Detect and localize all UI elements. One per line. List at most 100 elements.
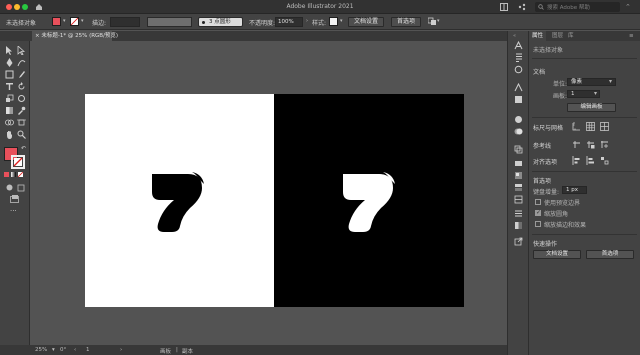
grid-icon[interactable] (586, 122, 595, 131)
fill-dropdown-icon[interactable]: ▾ (63, 18, 66, 24)
status-tool-name[interactable]: 画板 (160, 347, 171, 355)
stroke-dropdown-icon[interactable]: ▾ (81, 18, 84, 24)
scale-corners-checkbox[interactable] (535, 209, 541, 216)
change-screen-mode-icon[interactable] (10, 195, 19, 204)
stroke-color-box[interactable] (11, 155, 25, 169)
glyphs-panel-icon[interactable] (514, 83, 523, 92)
stroke-label: 描边: (92, 20, 107, 27)
opacity-arrow-icon[interactable]: › (306, 18, 308, 24)
draw-behind-icon[interactable] (17, 183, 26, 192)
graphic-style-swatch[interactable] (329, 17, 338, 26)
prev-artboard-icon[interactable]: ‹ (74, 347, 76, 353)
rectangle-tool-icon[interactable] (5, 70, 14, 79)
appearance-panel-icon[interactable] (514, 183, 523, 192)
color-guide-icon[interactable] (514, 95, 523, 104)
document-tab[interactable]: × 未标题-1* @ 25% (RGB/预览) (32, 31, 118, 41)
zoom-dropdown-icon[interactable]: ▾ (52, 347, 55, 353)
align-to-artboard-icon[interactable] (572, 156, 581, 165)
paragraph-panel-icon[interactable] (514, 53, 523, 62)
zoom-tool-icon[interactable] (17, 130, 26, 139)
gradient-mode-icon[interactable] (11, 172, 16, 177)
warp-tool-icon[interactable] (17, 94, 26, 103)
direct-selection-tool-icon[interactable] (17, 46, 26, 55)
eyedropper-tool-icon[interactable] (17, 106, 26, 115)
align-to-selection-icon[interactable] (586, 156, 595, 165)
artboard-tool-icon[interactable] (17, 118, 26, 127)
zoom-level[interactable]: 25% (35, 347, 47, 353)
tab-layers[interactable]: 图层 (549, 31, 566, 41)
stroke-profile-preview[interactable] (147, 17, 192, 27)
stroke-panel-icon[interactable] (514, 209, 523, 218)
gradient-panel-icon[interactable] (514, 221, 523, 230)
brush-definition-field[interactable]: 3 点圆形 (198, 17, 243, 27)
status-doc-name[interactable]: 副本 (182, 347, 193, 355)
scale-tool-icon[interactable] (5, 94, 14, 103)
seven-shape-black[interactable] (146, 172, 206, 232)
tab-libraries[interactable]: 库 (565, 31, 577, 41)
selection-tool-icon[interactable] (5, 46, 14, 55)
brushes-panel-icon[interactable] (514, 145, 523, 154)
edit-toolbar-icon[interactable]: ··· (10, 207, 17, 215)
symbols-panel-icon[interactable] (514, 159, 523, 168)
gradient-tool-icon[interactable] (5, 106, 14, 115)
draw-normal-icon[interactable] (5, 183, 14, 192)
export-panel-icon[interactable] (514, 237, 523, 246)
canvas-area[interactable] (30, 41, 507, 345)
shape-builder-tool-icon[interactable] (5, 118, 14, 127)
graphic-styles-icon[interactable] (514, 171, 523, 180)
color-panel-icon[interactable] (514, 115, 523, 124)
opacity-field[interactable]: 100% (275, 17, 303, 27)
minimize-window-button[interactable] (14, 4, 20, 10)
pen-tool-icon[interactable] (5, 58, 14, 67)
rotation-value[interactable]: 0° (60, 347, 66, 353)
layers-panel-icon[interactable] (514, 195, 523, 204)
fill-swatch[interactable] (52, 17, 61, 26)
document-setup-button[interactable]: 文档设置 (348, 17, 384, 27)
swatches-panel-icon[interactable] (514, 127, 523, 136)
show-guides-icon[interactable] (572, 140, 581, 149)
panel-menu-icon[interactable]: ≡ (629, 31, 634, 41)
hand-tool-icon[interactable] (5, 130, 14, 139)
scale-strokes-effects-checkbox[interactable] (535, 221, 541, 227)
opentype-panel-icon[interactable] (514, 65, 523, 74)
rulers-icon[interactable] (572, 122, 581, 131)
stroke-swatch[interactable] (70, 17, 79, 26)
arrange-documents-icon[interactable] (500, 3, 508, 11)
edit-artboards-button[interactable]: 编辑画板 (567, 103, 616, 112)
seven-shape-white[interactable] (337, 172, 397, 232)
rotate-tool-icon[interactable] (17, 82, 26, 91)
share-icon[interactable] (518, 3, 526, 11)
divider (532, 234, 637, 235)
type-tool-icon[interactable] (5, 82, 14, 91)
swap-fill-stroke-icon[interactable]: ↶ (21, 145, 26, 152)
color-mode-icon[interactable] (4, 172, 9, 177)
pixel-grid-icon[interactable] (600, 122, 609, 131)
curvature-tool-icon[interactable] (17, 58, 26, 67)
keyboard-increment-field[interactable]: 1 px (562, 186, 587, 194)
none-mode-icon[interactable] (18, 172, 23, 177)
preferences-button[interactable]: 首选项 (391, 17, 421, 27)
home-icon[interactable] (35, 3, 43, 11)
tab-properties[interactable]: 属性 (529, 31, 547, 41)
style-dropdown-icon[interactable]: ▾ (340, 18, 343, 24)
help-search-input[interactable]: 搜索 Adobe 帮助 (535, 2, 620, 12)
next-artboard-icon[interactable]: › (120, 347, 122, 353)
close-window-button[interactable] (6, 4, 12, 10)
quick-document-setup-button[interactable]: 文档设置 (533, 250, 581, 259)
align-key-object-icon[interactable] (600, 156, 609, 165)
units-dropdown-icon[interactable]: ▾ (609, 78, 612, 85)
arrange-icon[interactable] (428, 17, 436, 25)
panel-collapse-icon[interactable]: ⌃ (625, 3, 631, 11)
lock-guides-icon[interactable] (586, 140, 595, 149)
stroke-weight-field[interactable] (110, 17, 140, 27)
quick-preferences-button[interactable]: 首选项 (586, 250, 634, 259)
dock-expand-icon[interactable]: « (513, 33, 516, 39)
paintbrush-tool-icon[interactable] (17, 70, 26, 79)
use-preview-bounds-checkbox[interactable] (535, 199, 541, 205)
smart-guides-icon[interactable] (600, 140, 609, 149)
artboard-dropdown-icon[interactable]: ▾ (594, 90, 597, 97)
zoom-window-button[interactable] (22, 4, 28, 10)
character-panel-icon[interactable] (514, 41, 523, 50)
arrange-dropdown-icon[interactable]: ▾ (437, 18, 440, 24)
artboard-number[interactable]: 1 (86, 347, 90, 353)
